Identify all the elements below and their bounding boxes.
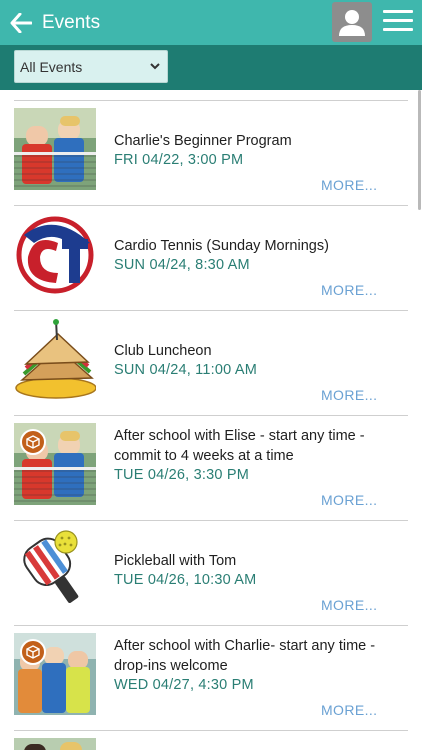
event-name: After school with Charlie- start any tim… <box>114 638 376 674</box>
event-thumbnail <box>14 423 96 505</box>
event-name: Club Luncheon <box>114 343 212 359</box>
menu-bar <box>383 19 413 22</box>
cardio-tennis-logo <box>14 213 96 295</box>
event-filter-value: All Events <box>20 58 83 75</box>
event-name: Charlie's Beginner Program <box>114 133 292 149</box>
event-list-item[interactable]: Pickleball with Tom TUE 04/26, 10:30 AM … <box>14 520 408 625</box>
event-list: Charlie's Beginner Program FRI 04/22, 3:… <box>14 100 408 750</box>
event-list-item[interactable]: Charlie's Beginner Program FRI 04/22, 3:… <box>14 100 408 205</box>
recurring-badge-icon <box>20 639 46 665</box>
event-list-item[interactable]: After school with Elise - start any time… <box>14 415 408 520</box>
event-name: Cardio Tennis (Sunday Mornings) <box>114 238 329 254</box>
arrow-left-icon <box>10 12 32 33</box>
event-filter-select[interactable]: All Events <box>14 50 168 83</box>
more-link[interactable]: MORE... <box>321 387 377 403</box>
event-list-item[interactable] <box>14 730 408 750</box>
more-link[interactable]: MORE... <box>321 702 377 718</box>
event-list-item[interactable]: Cardio Tennis (Sunday Mornings) SUN 04/2… <box>14 205 408 310</box>
event-datetime: SUN 04/24, 11:00 AM <box>114 362 257 378</box>
event-datetime: TUE 04/26, 3:30 PM <box>114 467 249 483</box>
event-thumbnail <box>14 528 96 610</box>
user-icon <box>339 10 365 36</box>
event-list-item[interactable]: After school with Charlie- start any tim… <box>14 625 408 730</box>
recurring-badge-icon <box>20 429 46 455</box>
event-thumbnail <box>14 633 96 715</box>
profile-button[interactable] <box>332 2 372 42</box>
menu-bar <box>383 10 413 13</box>
more-link[interactable]: MORE... <box>321 597 377 613</box>
kids-tennis-photo <box>14 108 96 190</box>
event-datetime: TUE 04/26, 10:30 AM <box>114 572 257 588</box>
hamburger-menu-button[interactable] <box>383 10 413 36</box>
event-datetime: WED 04/27, 4:30 PM <box>114 677 254 693</box>
event-thumbnail <box>14 213 96 295</box>
chevron-down-icon <box>150 63 160 70</box>
event-name: After school with Elise - start any time… <box>114 428 365 464</box>
app-header: Events <box>0 0 422 45</box>
event-name: Pickleball with Tom <box>114 553 237 569</box>
box-icon <box>26 645 40 659</box>
back-button[interactable] <box>2 0 40 45</box>
more-link[interactable]: MORE... <box>321 282 377 298</box>
more-link[interactable]: MORE... <box>321 177 377 193</box>
menu-bar <box>383 28 413 31</box>
filter-bar: All Events <box>0 45 422 90</box>
box-icon <box>26 435 40 449</box>
event-datetime: SUN 04/24, 8:30 AM <box>114 257 250 273</box>
scrollbar[interactable] <box>418 90 421 210</box>
event-thumbnail <box>14 108 96 190</box>
event-thumbnail <box>14 318 96 400</box>
event-datetime: FRI 04/22, 3:00 PM <box>114 152 244 168</box>
event-thumbnail <box>14 738 96 750</box>
more-link[interactable]: MORE... <box>321 492 377 508</box>
pickleball-paddle-clipart <box>14 528 96 610</box>
page-title: Events <box>42 11 101 33</box>
sandwich-clipart <box>14 318 96 400</box>
kids-tennis-photo <box>14 738 96 750</box>
event-list-item[interactable]: Club Luncheon SUN 04/24, 11:00 AM MORE..… <box>14 310 408 415</box>
